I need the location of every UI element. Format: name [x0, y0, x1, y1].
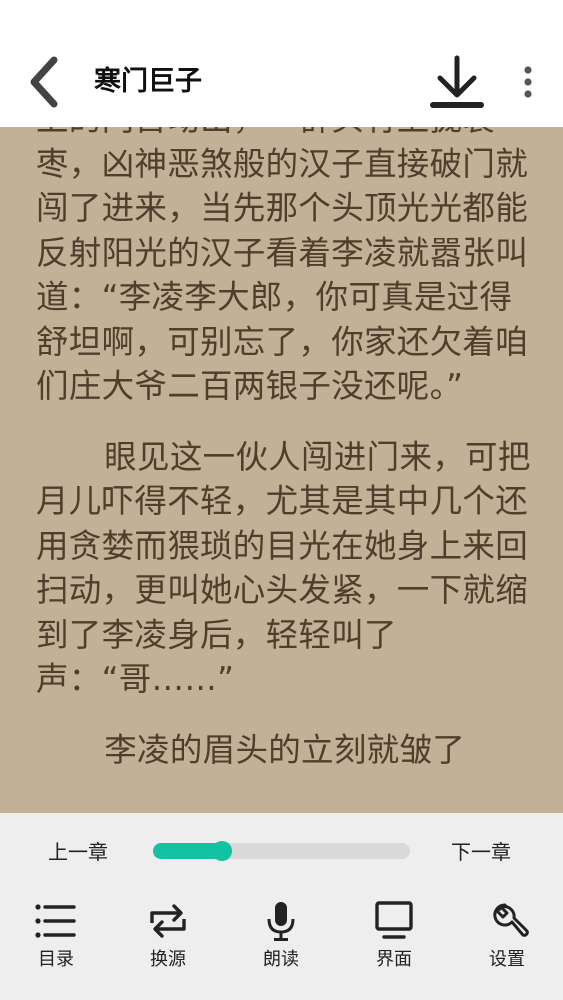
- settings-button[interactable]: 设置: [467, 901, 547, 977]
- read-aloud-button[interactable]: 朗读: [241, 901, 321, 977]
- monitor-icon: [375, 901, 413, 939]
- reading-area[interactable]: 上的门首动出，一群头有上拢裂枣，凶神恶煞般的汉子直接破门就闯了进来，当先那个头顶…: [0, 127, 563, 813]
- display-button[interactable]: 界面: [354, 901, 434, 977]
- settings-label: 设置: [489, 949, 525, 970]
- paragraph: 眼见这一伙人闯进门来，可把月儿吓得不轻，尤其是其中几个还用贪婪而猥琐的目光在她身…: [36, 437, 531, 699]
- paragraph: 上的门首动出，一群头有上拢裂枣，凶神恶煞般的汉子直接破门就闯了进来，当先那个头顶…: [36, 127, 529, 405]
- toc-button[interactable]: 目录: [16, 901, 96, 977]
- switch-source-icon: [150, 904, 186, 938]
- switch-source-label: 换源: [150, 949, 186, 970]
- display-label: 界面: [376, 949, 412, 970]
- download-icon[interactable]: [428, 54, 486, 112]
- top-app-bar: 寒门巨子: [0, 40, 563, 127]
- microphone-icon: [267, 902, 295, 941]
- progress-thumb[interactable]: [212, 841, 233, 861]
- prev-chapter-button[interactable]: 上一章: [48, 839, 108, 865]
- chapter-content: 上的门首动出，一群头有上拢裂枣，凶神恶煞般的汉子直接破门就闯了进来，当先那个头顶…: [36, 127, 531, 798]
- paragraph: 李凌的眉头的立刻就皱了: [104, 730, 466, 769]
- reader-bottom-panel: 上一章 下一章 目录 换源 朗读 界面 设置: [0, 813, 563, 1000]
- more-options-icon[interactable]: [515, 64, 541, 100]
- read-aloud-label: 朗读: [263, 949, 299, 970]
- next-chapter-button[interactable]: 下一章: [451, 839, 511, 865]
- switch-source-button[interactable]: 换源: [128, 901, 208, 977]
- list-icon: [35, 904, 76, 938]
- wrench-icon: [493, 903, 529, 937]
- status-bar-area: [0, 0, 563, 40]
- toc-label: 目录: [38, 949, 74, 970]
- chapter-progress-slider[interactable]: [153, 841, 410, 861]
- book-title: 寒门巨子: [94, 66, 202, 97]
- back-arrow-icon[interactable]: [24, 54, 64, 110]
